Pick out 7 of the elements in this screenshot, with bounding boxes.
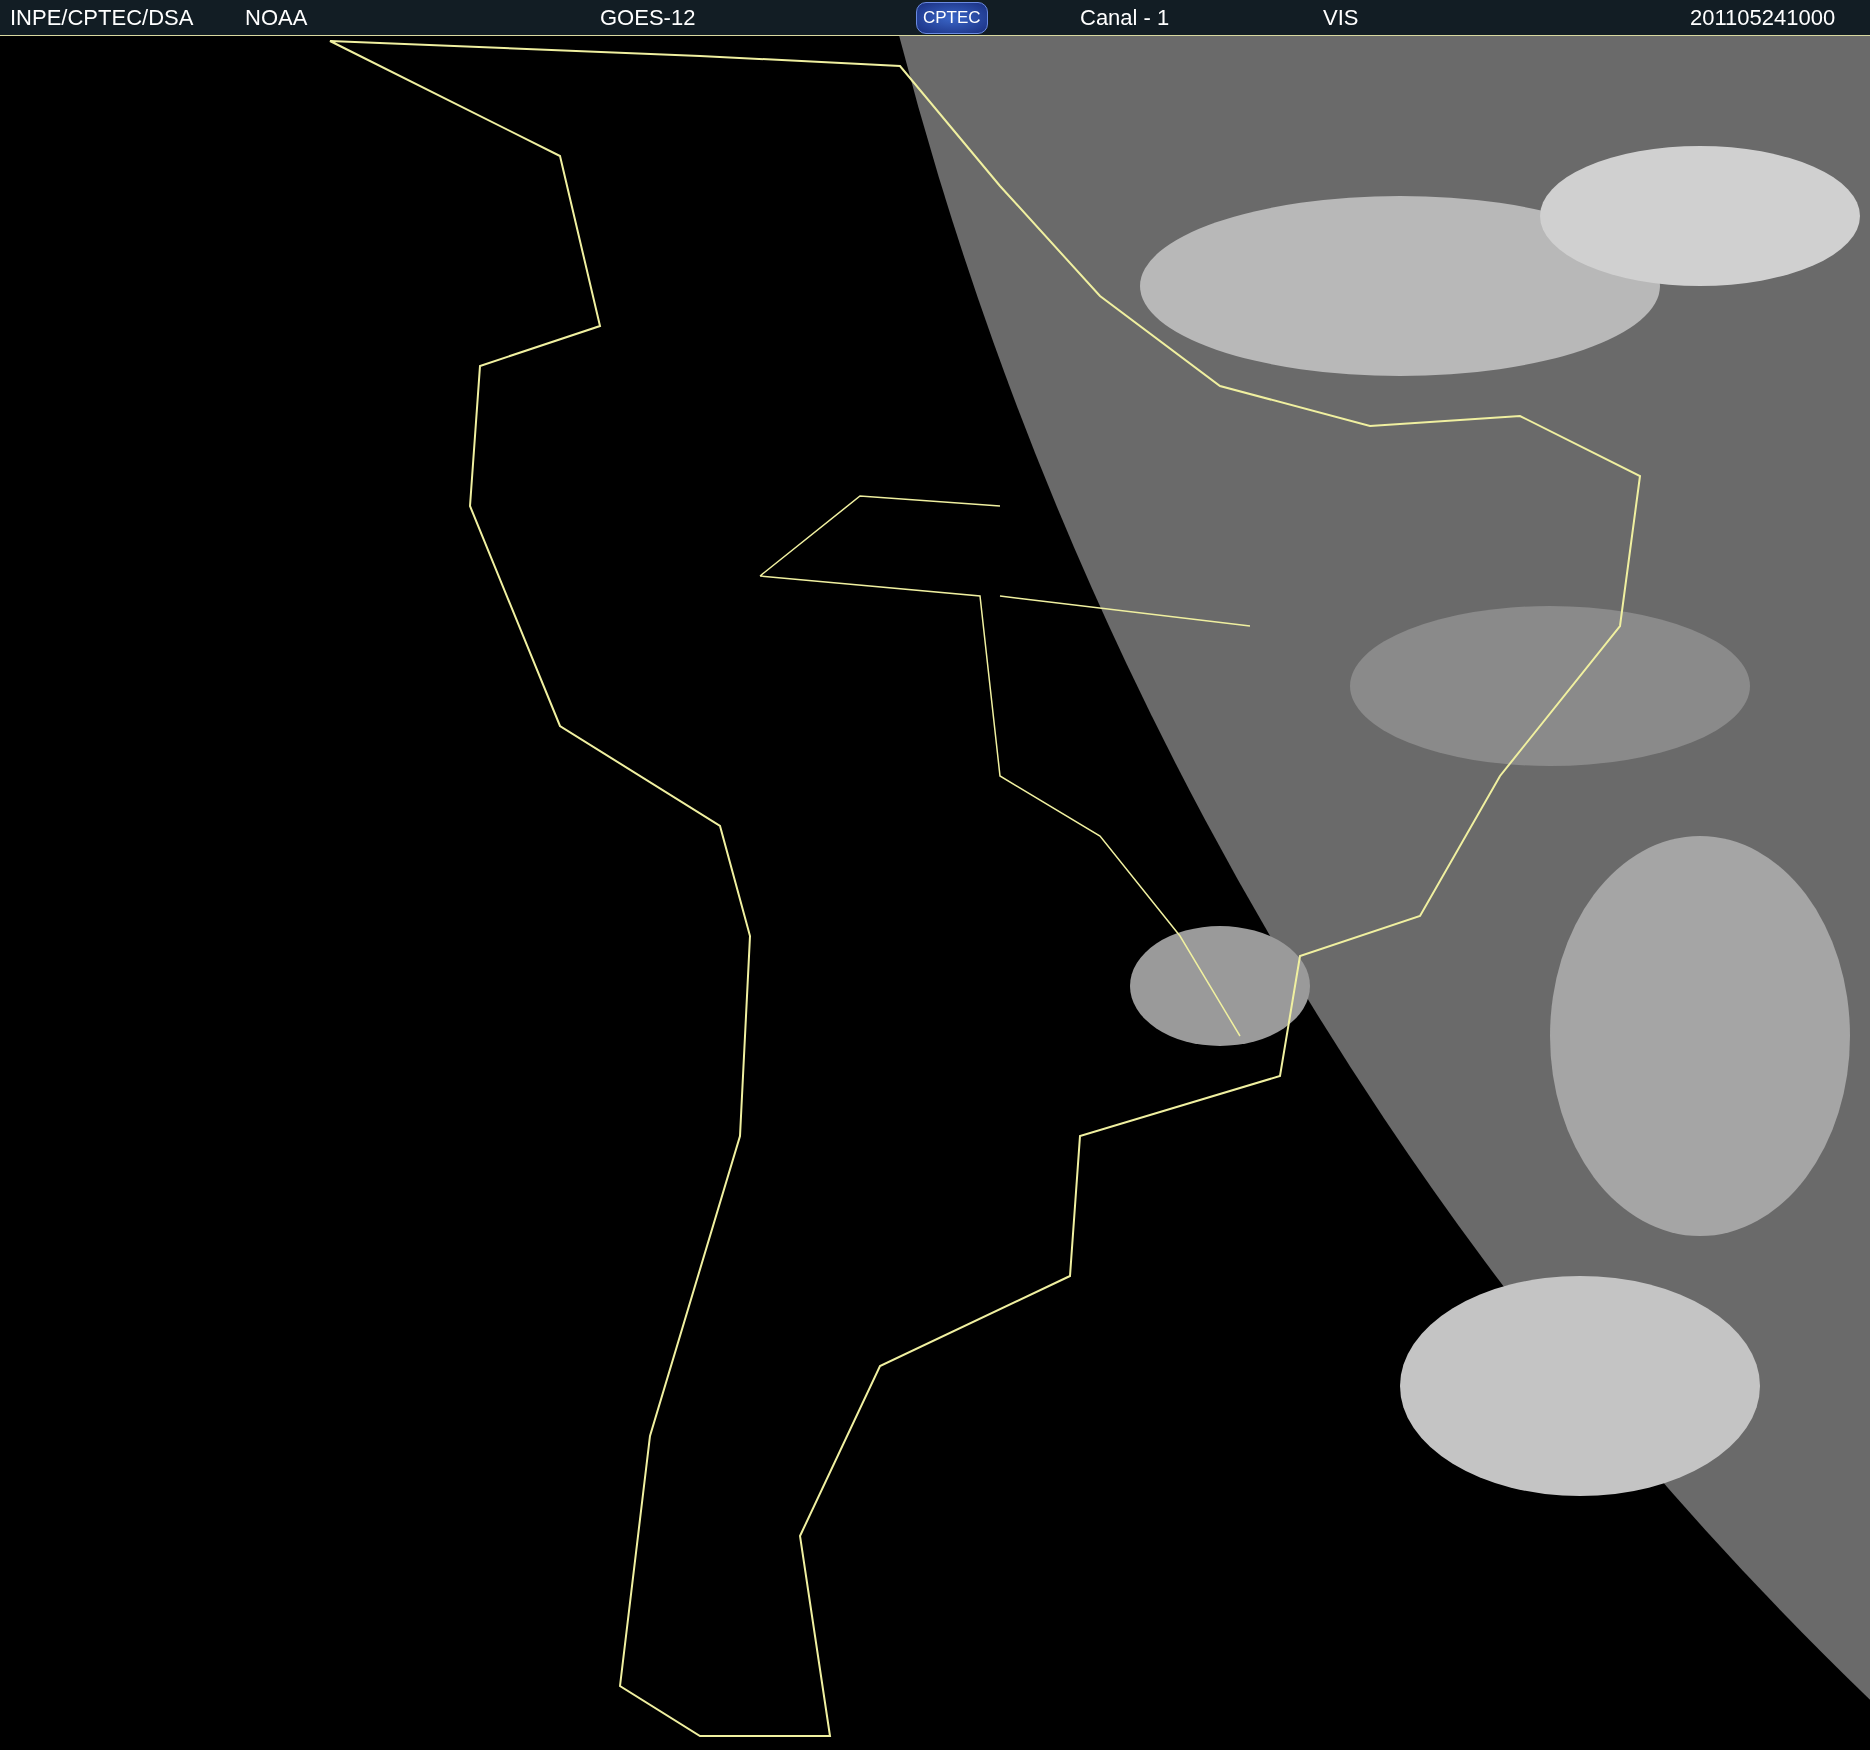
- band-label: VIS: [1323, 4, 1359, 31]
- channel-label: Canal - 1: [1080, 4, 1170, 31]
- logo: CPTEC: [916, 1, 988, 34]
- agency-label: INPE/CPTEC/DSA: [10, 4, 194, 31]
- timestamp-label: 201105241000: [1690, 4, 1836, 31]
- source-label: NOAA: [245, 4, 308, 31]
- satellite-label: GOES-12: [600, 4, 696, 31]
